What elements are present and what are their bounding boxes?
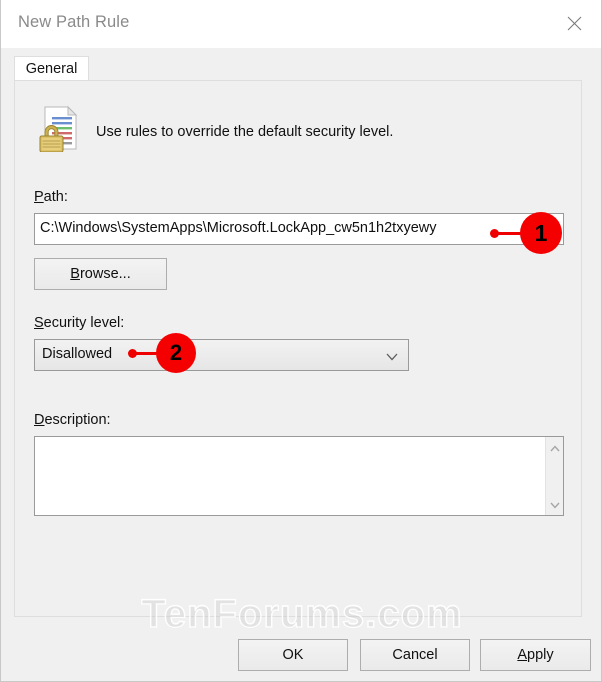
chevron-down-icon: [385, 350, 399, 362]
new-path-rule-dialog: New Path Rule General Use rules to overr…: [0, 0, 602, 682]
path-input-value: C:\Windows\SystemApps\Microsoft.LockApp_…: [40, 220, 437, 236]
path-label-accel: P: [34, 189, 44, 205]
cancel-button[interactable]: Cancel: [360, 639, 470, 671]
document-lock-icon: [36, 104, 84, 153]
callout-2-badge: 2: [156, 333, 196, 373]
cancel-button-label: Cancel: [392, 647, 438, 663]
apply-button-label: pply: [527, 647, 554, 663]
path-label: Path:: [34, 189, 68, 205]
chevron-up-icon[interactable]: [549, 442, 561, 454]
security-level-value: Disallowed: [42, 346, 113, 362]
description-scrollbar[interactable]: [545, 437, 563, 515]
title-bar: New Path Rule: [1, 0, 601, 49]
apply-button-accel: A: [517, 647, 528, 663]
close-icon[interactable]: [551, 0, 597, 46]
security-level-select[interactable]: Disallowed: [34, 339, 409, 371]
tab-general[interactable]: General: [14, 56, 89, 81]
description-label-accel: D: [34, 412, 45, 428]
browse-button-accel: B: [70, 266, 80, 282]
path-input[interactable]: C:\Windows\SystemApps\Microsoft.LockApp_…: [34, 213, 564, 245]
security-level-label-rest: ecurity level:: [43, 315, 125, 331]
description-label-rest: escription:: [44, 412, 111, 428]
path-label-rest: ath:: [43, 189, 68, 205]
security-level-label: Security level:: [34, 315, 124, 331]
tab-strip: General: [1, 48, 601, 81]
security-level-label-accel: S: [34, 315, 44, 331]
description-label: Description:: [34, 412, 111, 428]
panel-description-text: Use rules to override the default securi…: [96, 124, 394, 140]
general-tab-panel: Use rules to override the default securi…: [14, 80, 582, 617]
window-title: New Path Rule: [18, 13, 130, 31]
tab-general-label: General: [25, 61, 78, 77]
browse-button[interactable]: Browse...: [34, 258, 167, 290]
chevron-down-icon[interactable]: [549, 498, 561, 510]
description-textarea[interactable]: [34, 436, 564, 516]
callout-1-badge: 1: [520, 212, 562, 254]
ok-button[interactable]: OK: [238, 639, 348, 671]
ok-button-label: OK: [282, 647, 304, 663]
browse-button-label: rowse...: [79, 266, 131, 282]
apply-button[interactable]: Apply: [480, 639, 591, 671]
